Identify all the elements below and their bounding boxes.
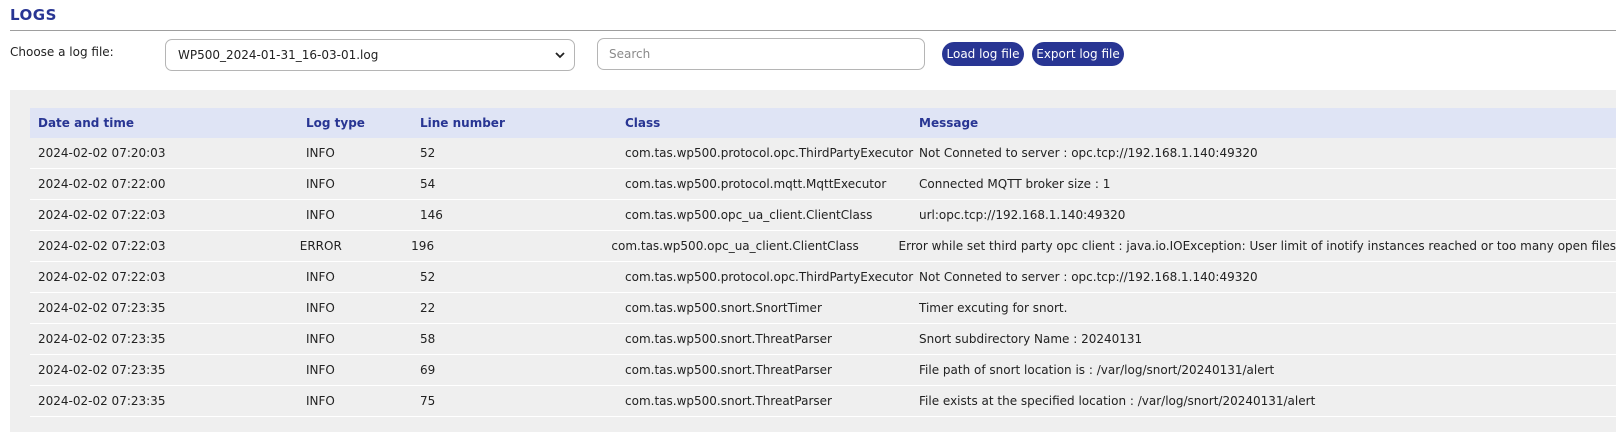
- cell-line-number: 52: [420, 146, 436, 160]
- table-header: Date and time Log type Line number Class…: [30, 108, 1616, 138]
- cell-log-type: INFO: [306, 146, 335, 160]
- cell-date-time: 2024-02-02 07:22:03: [38, 270, 166, 284]
- cell-class: com.tas.wp500.snort.ThreatParser: [625, 363, 832, 377]
- cell-date-time: 2024-02-02 07:22:03: [38, 239, 166, 253]
- title-divider: [10, 30, 1616, 31]
- cell-message: url:opc.tcp://192.168.1.140:49320: [919, 208, 1126, 222]
- cell-class: com.tas.wp500.opc_ua_client.ClientClass: [625, 208, 873, 222]
- cell-date-time: 2024-02-02 07:22:03: [38, 208, 166, 222]
- search-input[interactable]: Search: [597, 38, 925, 70]
- cell-line-number: 58: [420, 332, 436, 346]
- cell-date-time: 2024-02-02 07:20:03: [38, 146, 166, 160]
- cell-log-type: INFO: [306, 394, 335, 408]
- selected-log-file: WP500_2024-01-31_16-03-01.log: [178, 48, 379, 62]
- cell-log-type: ERROR: [299, 239, 342, 253]
- cell-message: Connected MQTT broker size : 1: [919, 177, 1111, 191]
- cell-class: com.tas.wp500.snort.ThreatParser: [625, 332, 832, 346]
- table-row[interactable]: 2024-02-02 07:23:35 INFO 75 com.tas.wp500.s…: [30, 386, 1616, 417]
- cell-message: File path of snort location is : /var/lo…: [919, 363, 1275, 377]
- cell-log-type: INFO: [306, 363, 335, 377]
- cell-line-number: 22: [420, 301, 436, 315]
- cell-message: Not Conneted to server : opc.tcp://192.1…: [919, 270, 1258, 284]
- cell-message: Snort subdirectory Name : 20240131: [919, 332, 1143, 346]
- chevron-down-icon: [555, 52, 565, 59]
- table-row[interactable]: 2024-02-02 07:22:03 INFO 52 com.tas.wp500.p…: [30, 262, 1616, 293]
- cell-log-type: INFO: [306, 332, 335, 346]
- cell-message: File exists at the specified location : …: [919, 394, 1316, 408]
- load-log-file-button[interactable]: Load log file: [942, 42, 1024, 66]
- cell-date-time: 2024-02-02 07:23:35: [38, 301, 166, 315]
- cell-class: com.tas.wp500.opc_ua_client.ClientClass: [611, 239, 859, 253]
- log-table: Date and time Log type Line number Class…: [30, 108, 1616, 417]
- page-title: LOGS: [10, 6, 57, 24]
- cell-line-number: 146: [420, 208, 443, 222]
- header-date-time[interactable]: Date and time: [30, 116, 299, 130]
- cell-class: com.tas.wp500.snort.ThreatParser: [625, 394, 832, 408]
- cell-class: com.tas.wp500.protocol.mqtt.MqttExecutor: [625, 177, 887, 191]
- cell-date-time: 2024-02-02 07:22:00: [38, 177, 166, 191]
- cell-log-type: INFO: [306, 301, 335, 315]
- export-log-file-button[interactable]: Export log file: [1032, 42, 1124, 66]
- cell-line-number: 54: [420, 177, 436, 191]
- table-row[interactable]: 2024-02-02 07:22:03 ERROR 196 com.tas.wp500…: [30, 231, 1616, 262]
- cell-line-number: 196: [411, 239, 435, 253]
- cell-class: com.tas.wp500.protocol.opc.ThirdPartyExe…: [625, 146, 914, 160]
- cell-date-time: 2024-02-02 07:23:35: [38, 394, 166, 408]
- cell-date-time: 2024-02-02 07:23:35: [38, 332, 166, 346]
- log-file-label: Choose a log file:: [10, 45, 114, 59]
- cell-log-type: INFO: [306, 177, 335, 191]
- log-file-select[interactable]: WP500_2024-01-31_16-03-01.log: [165, 39, 575, 71]
- table-row[interactable]: 2024-02-02 07:23:35 INFO 22 com.tas.wp500.s…: [30, 293, 1616, 324]
- cell-log-type: INFO: [306, 270, 335, 284]
- cell-log-type: INFO: [306, 208, 335, 222]
- table-row[interactable]: 2024-02-02 07:20:03 INFO 52 com.tas.wp500.p…: [30, 138, 1616, 169]
- cell-line-number: 69: [420, 363, 436, 377]
- header-class[interactable]: Class: [618, 116, 912, 130]
- cell-message: Error while set third party opc client :…: [898, 239, 1616, 253]
- log-table-panel: Date and time Log type Line number Class…: [10, 90, 1616, 432]
- header-log-type[interactable]: Log type: [299, 116, 413, 130]
- header-line-number[interactable]: Line number: [413, 116, 618, 130]
- header-message[interactable]: Message: [912, 116, 1616, 130]
- cell-message: Timer excuting for snort.: [919, 301, 1068, 315]
- cell-message: Not Conneted to server : opc.tcp://192.1…: [919, 146, 1258, 160]
- cell-line-number: 75: [420, 394, 436, 408]
- cell-class: com.tas.wp500.protocol.opc.ThirdPartyExe…: [625, 270, 914, 284]
- table-row[interactable]: 2024-02-02 07:23:35 INFO 58 com.tas.wp500.s…: [30, 324, 1616, 355]
- table-body: 2024-02-02 07:20:03 INFO 52 com.tas.wp500.p…: [30, 138, 1616, 417]
- table-row[interactable]: 2024-02-02 07:22:00 INFO 54 com.tas.wp500.p…: [30, 169, 1616, 200]
- cell-line-number: 52: [420, 270, 436, 284]
- cell-class: com.tas.wp500.snort.SnortTimer: [625, 301, 822, 315]
- cell-date-time: 2024-02-02 07:23:35: [38, 363, 166, 377]
- table-row[interactable]: 2024-02-02 07:23:35 INFO 69 com.tas.wp500.s…: [30, 355, 1616, 386]
- table-row[interactable]: 2024-02-02 07:22:03 INFO 146 com.tas.wp500.…: [30, 200, 1616, 231]
